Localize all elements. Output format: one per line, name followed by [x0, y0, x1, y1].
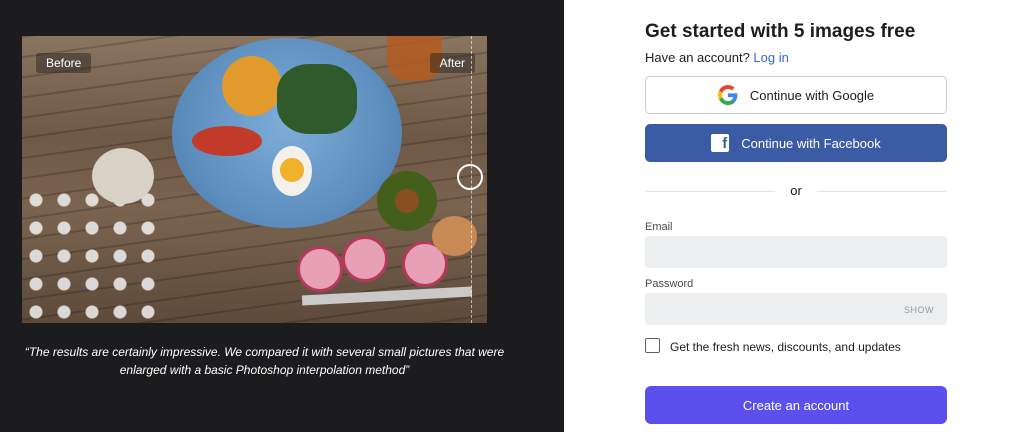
have-account-text: Have an account? [645, 50, 750, 65]
after-label: After [429, 53, 475, 73]
showcase-panel: Before After “The results are certainly … [0, 0, 564, 432]
newsletter-checkbox[interactable] [645, 338, 660, 353]
facebook-signin-button[interactable]: f Continue with Facebook [645, 124, 947, 162]
show-password-button[interactable]: SHOW [904, 305, 934, 315]
avocado-graphic [377, 171, 437, 231]
password-field[interactable] [645, 293, 947, 325]
newsletter-label: Get the fresh news, discounts, and updat… [670, 340, 901, 354]
email-field[interactable] [645, 236, 947, 268]
egg-graphic [272, 146, 312, 196]
testimonial-quote: “The results are certainly impressive. W… [24, 345, 505, 377]
food-graphic [277, 64, 357, 134]
food-graphic [192, 126, 262, 156]
facebook-button-label: Continue with Facebook [741, 135, 881, 151]
page-title: Get started with 5 images free [645, 21, 916, 42]
have-account-row: Have an account? Log in [645, 50, 789, 65]
facebook-icon: f [711, 134, 730, 152]
password-label: Password [645, 278, 694, 290]
flowers-graphic [22, 186, 162, 323]
google-signin-button[interactable]: Continue with Google [645, 76, 947, 114]
radish-graphic [297, 246, 343, 292]
before-label: Before [36, 53, 92, 73]
create-account-label: Create an account [742, 397, 850, 413]
login-link[interactable]: Log in [753, 50, 788, 65]
food-graphic [222, 56, 282, 116]
slider-handle-icon[interactable] [457, 164, 483, 190]
create-account-button[interactable]: Create an account [645, 386, 947, 424]
divider-line [817, 191, 947, 192]
signup-panel: Get started with 5 images free Have an a… [564, 0, 1024, 432]
google-button-label: Continue with Google [749, 87, 875, 103]
radish-graphic [342, 236, 388, 282]
before-after-image[interactable]: Before After [22, 36, 487, 323]
email-label: Email [645, 221, 673, 233]
google-icon [717, 85, 738, 105]
bowl-graphic [92, 148, 154, 204]
or-separator: or [645, 183, 947, 199]
